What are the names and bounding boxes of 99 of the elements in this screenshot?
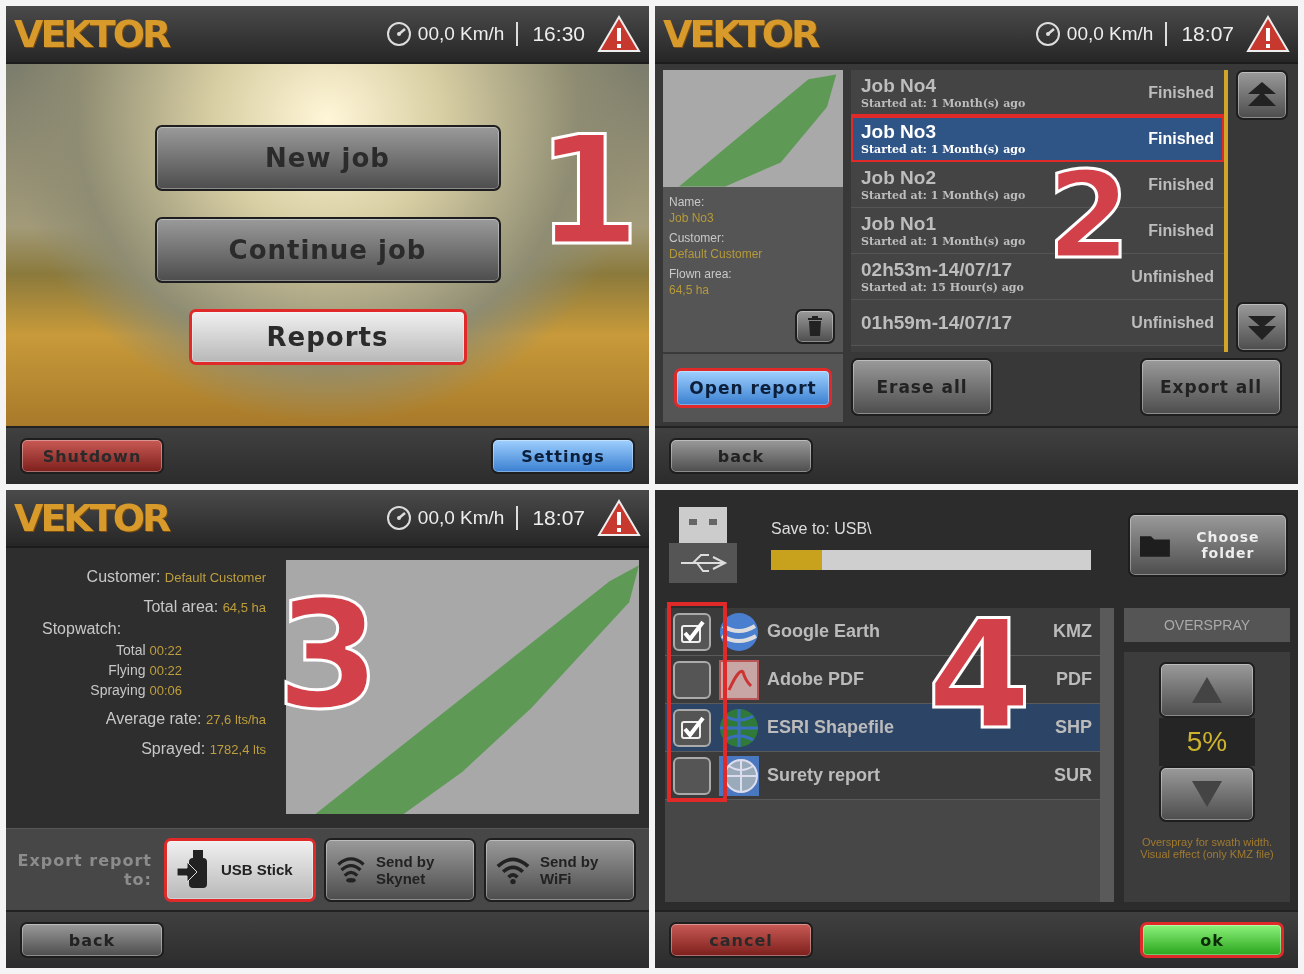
format-name: ESRI Shapefile — [767, 717, 896, 738]
format-extension: SUR — [1054, 765, 1092, 786]
export-target-button[interactable]: USB Stick — [164, 837, 316, 902]
speedometer-icon — [385, 21, 412, 47]
double-up-arrow-icon — [1248, 82, 1276, 108]
speed-readout: 00,0 Km/h — [385, 505, 505, 531]
job-row[interactable]: 01h59m-14/07/17 Unfinished — [851, 300, 1224, 346]
menu-button[interactable]: Reports — [188, 309, 467, 365]
step-number: 1 — [536, 116, 641, 266]
job-status: Finished — [1148, 175, 1214, 194]
summary-line: Customer: Default Customer — [86, 568, 266, 586]
summary-line: Sprayed: 1782,4 lts — [141, 740, 266, 758]
summary-line: Stopwatch: — [42, 620, 122, 638]
format-row[interactable]: Surety report SUR — [665, 752, 1100, 800]
increase-button[interactable] — [1159, 662, 1255, 718]
warning-icon[interactable] — [1246, 15, 1290, 53]
job-start-time: Started at: 15 Hour(s) ago — [861, 281, 1024, 294]
detail-label: Flown area: — [669, 266, 733, 281]
export-target-button[interactable]: Send by Skynet — [324, 837, 476, 902]
checkbox[interactable] — [673, 660, 711, 699]
format-name: Surety report — [767, 765, 882, 786]
job-start-time: Started at: 1 Month(s) ago — [861, 143, 1026, 156]
globe-icon — [719, 707, 759, 748]
action-button[interactable]: Erase all — [851, 358, 993, 416]
format-extension: PDF — [1056, 669, 1092, 690]
clock-time: 18:07 — [516, 506, 585, 530]
checkbox[interactable] — [673, 708, 711, 747]
job-name: Job No4 — [861, 75, 937, 97]
speedometer-icon — [385, 505, 412, 531]
footer-button[interactable]: back — [669, 438, 813, 474]
speed-readout: 00,0 Km/h — [385, 21, 505, 47]
globe-grid-icon — [719, 755, 759, 796]
down-triangle-icon — [1192, 781, 1222, 807]
delete-button[interactable] — [795, 308, 835, 344]
format-extension: KMZ — [1053, 621, 1092, 642]
overspray-title: OVERSPRAY — [1124, 608, 1290, 642]
summary-line: Spraying 00:06 — [90, 682, 182, 698]
trash-icon — [807, 316, 823, 337]
up-triangle-icon — [1192, 677, 1222, 703]
format-name: Adobe PDF — [767, 669, 865, 690]
job-status: Finished — [1148, 129, 1214, 148]
decrease-button[interactable] — [1159, 766, 1255, 822]
job-start-time: Started at: 1 Month(s) ago — [861, 235, 1026, 248]
job-row[interactable]: Job No4 Started at: 1 Month(s) ago Finished — [851, 70, 1224, 116]
job-status: Unfinished — [1131, 267, 1214, 286]
detail-value: Job No3 — [669, 210, 715, 225]
job-start-time: Started at: 1 Month(s) ago — [861, 189, 1026, 202]
checkmark-icon — [679, 715, 705, 740]
menu-button[interactable]: Continue job — [154, 217, 501, 283]
footer-button[interactable]: ok — [1140, 922, 1284, 958]
summary-line: Average rate: 27,6 lts/ha — [105, 710, 266, 728]
speed-readout: 00,0 Km/h — [1034, 21, 1154, 47]
warning-icon[interactable] — [597, 499, 641, 537]
double-down-arrow-icon — [1248, 314, 1276, 340]
choose-folder-button[interactable]: Choose folder — [1128, 513, 1288, 577]
detail-value: 64,5 ha — [669, 282, 711, 297]
summary-line: Total 00:22 — [116, 642, 182, 658]
action-button[interactable]: Export all — [1140, 358, 1282, 416]
job-name: Job No3 — [861, 121, 937, 143]
export-target-button[interactable]: Send by WiFi — [484, 837, 636, 902]
footer-button[interactable]: back — [20, 922, 164, 958]
job-name: Job No2 — [861, 167, 937, 189]
clock-time: 18:07 — [1165, 22, 1234, 46]
vektor-logo: VEKTOR — [14, 12, 170, 56]
footer-button[interactable]: Settings — [491, 438, 635, 474]
detail-label: Customer: — [669, 230, 726, 245]
warning-icon[interactable] — [597, 15, 641, 53]
summary-line: Flying 00:22 — [108, 662, 182, 678]
globe-icon — [719, 611, 759, 652]
vektor-logo: VEKTOR — [14, 496, 170, 540]
export-label: Export report to: — [16, 850, 153, 889]
menu-button[interactable]: New job — [154, 125, 501, 191]
job-status: Finished — [1148, 83, 1214, 102]
scroll-up-button[interactable] — [1236, 70, 1288, 120]
summary-line: Total area: 64,5 ha — [143, 598, 266, 616]
format-extension: SHP — [1055, 717, 1092, 738]
format-name: Google Earth — [767, 621, 881, 642]
scroll-down-button[interactable] — [1236, 302, 1288, 352]
checkbox[interactable] — [673, 756, 711, 795]
open-report-button[interactable]: Open report — [674, 368, 832, 408]
job-start-time: Started at: 1 Month(s) ago — [861, 97, 1026, 110]
vektor-logo: VEKTOR — [663, 12, 819, 56]
speedometer-icon — [1034, 21, 1061, 47]
job-name: 01h59m-14/07/17 — [861, 311, 1013, 334]
job-name: Job No1 — [861, 213, 937, 235]
step-number: 3 — [276, 580, 381, 730]
job-status: Unfinished — [1131, 313, 1214, 332]
detail-value: Default Customer — [669, 246, 764, 261]
checkmark-icon — [679, 619, 705, 644]
detail-label: Name: — [669, 194, 706, 209]
job-row[interactable]: Job No3 Started at: 1 Month(s) ago Finished — [851, 116, 1224, 162]
document-icon — [719, 659, 759, 700]
checkbox[interactable] — [673, 612, 711, 651]
overspray-note: Overspray for swath width. Visual effect (only KMZ file) — [1139, 836, 1275, 860]
overspray-value: 5% — [1159, 718, 1255, 766]
clock-time: 16:30 — [516, 22, 585, 46]
job-status: Finished — [1148, 221, 1214, 240]
save-path-text: Save to: USB\ — [771, 520, 873, 538]
job-name: 02h53m-14/07/17 — [861, 259, 1014, 281]
